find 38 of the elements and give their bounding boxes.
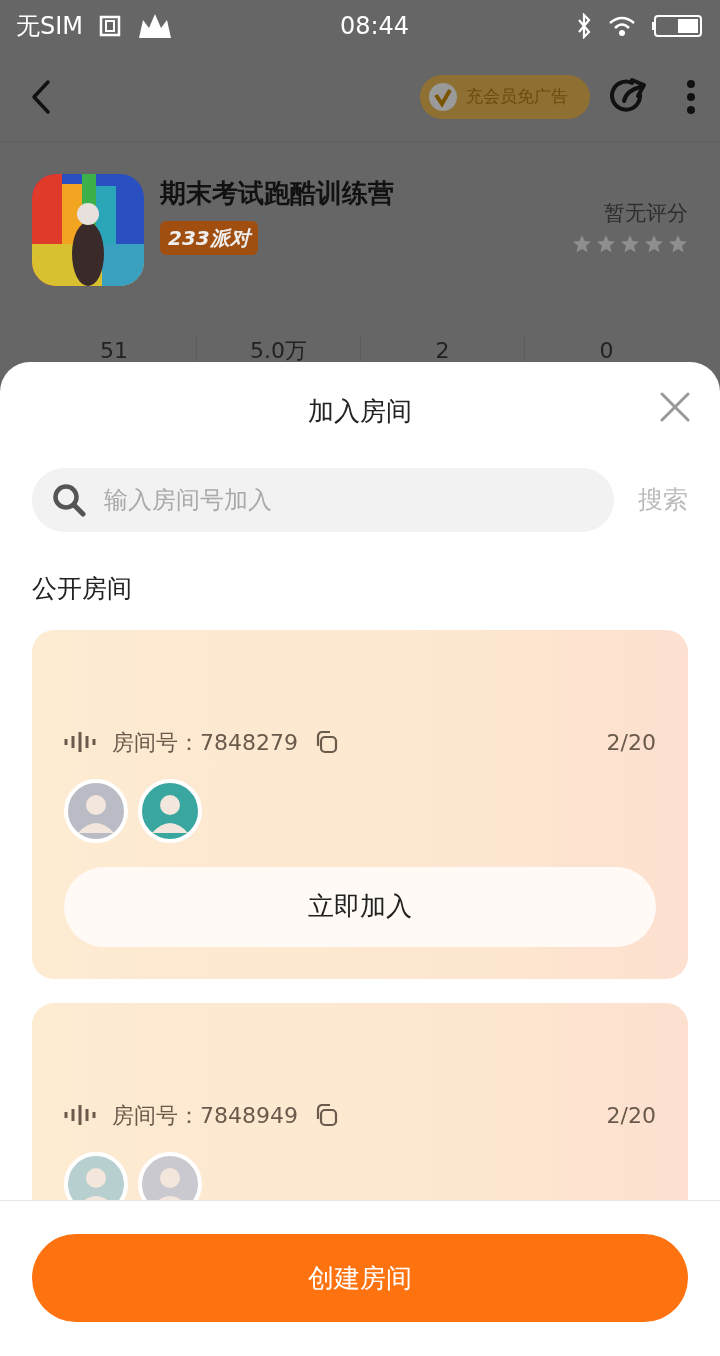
- close-button[interactable]: [660, 392, 690, 422]
- game-title: 期末考试跑酷训练营: [160, 177, 395, 210]
- join-button[interactable]: 立即加入: [64, 866, 656, 947]
- copy-icon[interactable]: [314, 1103, 338, 1127]
- occupancy-text: 2/20: [606, 1101, 656, 1130]
- star-icon: [572, 233, 592, 254]
- search-icon: [52, 483, 86, 517]
- check-badge-icon: [428, 81, 458, 112]
- stat-value: 51: [100, 338, 128, 363]
- rating-text: 暂无评分: [604, 200, 688, 227]
- voice-wave-icon: [64, 1105, 96, 1125]
- battery-icon: [652, 14, 704, 38]
- search-field[interactable]: 输入房间号加入: [32, 468, 614, 532]
- stat-value: 0: [599, 338, 614, 363]
- star-icon: [668, 233, 688, 254]
- sim-icon: [99, 15, 122, 37]
- stat-value: 2: [435, 338, 450, 363]
- section-title: 公开房间: [31, 573, 133, 605]
- carrier-text: 无SIM: [16, 11, 84, 42]
- room-number: 房间号：7848949: [112, 1101, 298, 1130]
- back-icon[interactable]: [30, 78, 52, 115]
- game-tag: 233派对: [160, 221, 258, 255]
- search-button[interactable]: 搜索: [638, 481, 688, 519]
- crown-icon: [137, 12, 174, 40]
- wifi-icon: [608, 15, 636, 37]
- occupancy-text: 2/20: [606, 728, 656, 757]
- sheet-title: 加入房间: [308, 394, 412, 428]
- create-room-button[interactable]: 创建房间: [32, 1234, 688, 1322]
- bluetooth-icon: [576, 13, 592, 39]
- star-icon: [596, 233, 616, 254]
- stat-value: 5.0万: [250, 338, 307, 363]
- more-icon[interactable]: [686, 78, 696, 115]
- star-icon: [620, 233, 640, 254]
- voice-wave-icon: [64, 732, 96, 752]
- room-number: 房间号：7848279: [112, 728, 298, 757]
- clock-text: 08:44: [339, 11, 410, 42]
- copy-icon[interactable]: [314, 730, 338, 754]
- star-icon: [644, 233, 664, 254]
